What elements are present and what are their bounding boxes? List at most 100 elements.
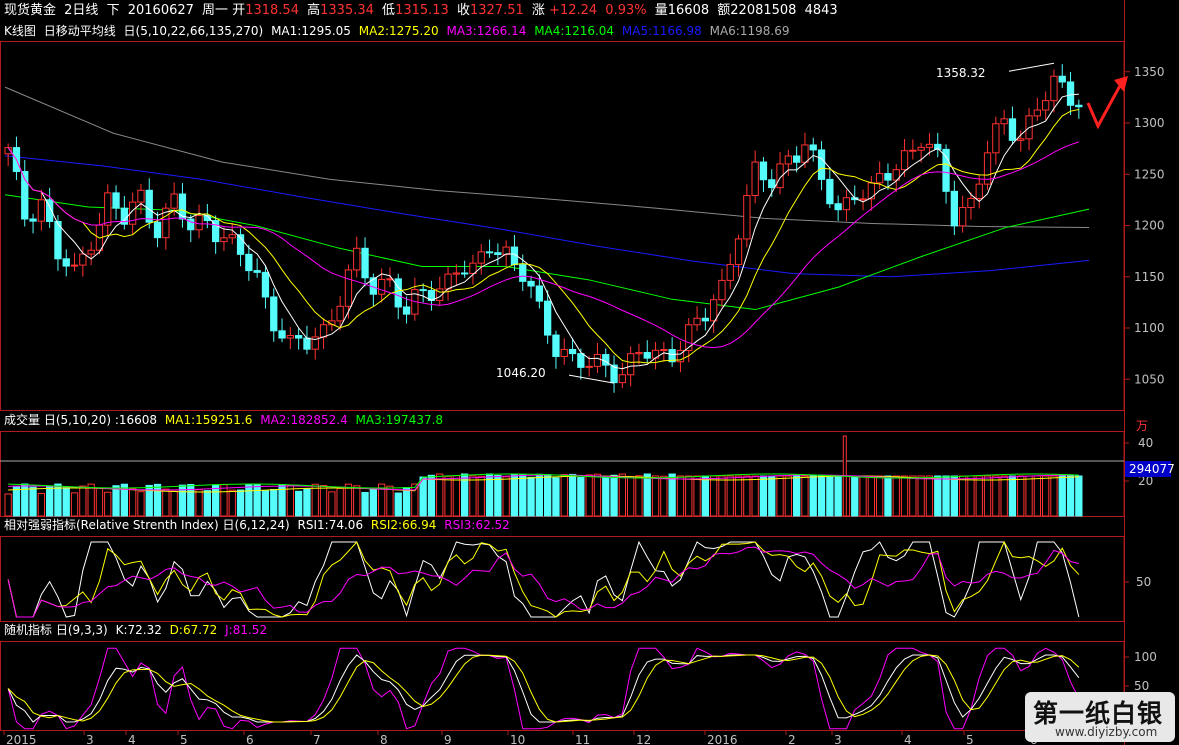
candle-body	[295, 335, 303, 339]
candlestick-chart[interactable]: 10501100115012001250130013501358.321046.…	[0, 0, 1179, 745]
candle-body	[145, 189, 153, 223]
volume-bar	[975, 475, 983, 517]
volume-bar	[793, 475, 801, 517]
volume-bar	[585, 474, 593, 517]
candle-body	[768, 179, 776, 189]
volume-bar	[353, 485, 361, 517]
kdj-tick-label: 50	[1134, 679, 1149, 693]
candle-body	[660, 349, 668, 352]
volume-bar	[884, 475, 892, 517]
volume-bar	[610, 474, 618, 517]
volume-bar	[62, 487, 70, 517]
volume-bar	[942, 475, 950, 517]
x-tick-label: 5	[180, 733, 188, 745]
volume-bar	[801, 475, 809, 517]
candle-body	[419, 289, 427, 292]
candle-body	[87, 249, 95, 255]
volume-bar	[203, 490, 211, 517]
volume-bar	[311, 483, 319, 517]
volume-bar	[319, 485, 328, 517]
volume-bar	[535, 473, 544, 517]
volume-bar	[519, 474, 527, 517]
candle-body	[29, 218, 37, 222]
candle-body	[817, 149, 826, 180]
volume-bar	[544, 474, 552, 517]
volume-bar	[577, 477, 585, 517]
volume-bar	[70, 492, 79, 517]
pane-frame-3	[0, 641, 1125, 731]
volume-bar	[1058, 475, 1066, 517]
candle-body	[195, 215, 203, 231]
volume-bar	[726, 475, 734, 517]
volume-bar	[992, 475, 1000, 517]
volume-bar	[768, 475, 776, 517]
candle-body	[1008, 118, 1017, 141]
volume-bar	[925, 475, 934, 517]
volume-bar	[668, 473, 676, 517]
price-tick-label: 1250	[1134, 167, 1165, 181]
x-tick-label: 8	[380, 733, 388, 745]
volume-bar	[54, 483, 62, 517]
trend-arrow-icon	[1086, 81, 1124, 130]
candle-body	[519, 264, 527, 282]
volume-bar	[851, 475, 859, 517]
candle-body	[104, 192, 112, 226]
candle-body	[303, 337, 311, 350]
candle-body	[959, 207, 967, 227]
volume-bar	[900, 475, 909, 517]
candle-body	[577, 353, 585, 368]
volume-bar	[759, 475, 768, 517]
candle-body	[79, 253, 87, 266]
volume-bar	[950, 475, 959, 517]
candle-body	[535, 285, 544, 302]
volume-bar	[693, 475, 701, 517]
volume-bar	[784, 475, 793, 517]
candle-body	[112, 192, 120, 209]
candle-body	[859, 198, 867, 201]
candle-body	[228, 234, 236, 239]
volume-bar	[817, 475, 826, 517]
volume-bar	[253, 484, 261, 517]
candle-body	[1000, 118, 1008, 125]
volume-bar	[552, 477, 560, 517]
x-tick-label: 9	[444, 733, 452, 745]
candle-body	[884, 173, 892, 181]
candle-body	[560, 348, 568, 357]
volume-bar	[104, 491, 112, 517]
volume-bar	[220, 484, 228, 517]
candle-body	[743, 194, 751, 240]
candle-body	[1058, 75, 1066, 83]
volume-bar	[129, 488, 137, 517]
candle-body	[153, 221, 162, 239]
candle-body	[220, 237, 228, 243]
x-tick-label: 12	[636, 733, 651, 745]
volume-bar	[336, 487, 344, 517]
candle-body	[170, 193, 178, 209]
volume-bar	[710, 475, 718, 517]
volume-bar	[29, 486, 37, 517]
volume-bar	[170, 490, 178, 517]
candle-body	[975, 183, 983, 199]
x-tick-label: 2	[788, 733, 796, 745]
candle-body	[585, 365, 593, 368]
candle-body	[137, 189, 145, 203]
x-tick-label: 2015	[6, 733, 37, 745]
candle-body	[784, 155, 793, 165]
volume-bar	[137, 491, 145, 517]
candle-body	[212, 220, 220, 243]
candle-body	[485, 251, 494, 254]
candle-body	[900, 150, 909, 171]
price-tick-label: 1200	[1134, 219, 1165, 233]
volume-bar	[95, 487, 104, 517]
volume-bar	[236, 489, 245, 517]
watermark-url: www.diyizby.com	[1055, 725, 1158, 739]
volume-bar	[328, 491, 336, 517]
trend-arrow-head-icon	[1114, 76, 1128, 92]
candle-body	[402, 306, 411, 315]
volume-bar	[643, 473, 651, 517]
candle-body	[336, 305, 344, 322]
volume-bar	[1000, 475, 1008, 517]
volume-bar	[718, 475, 726, 517]
volume-highlight-value: 294077	[1129, 462, 1175, 476]
volume-bar	[369, 487, 378, 517]
